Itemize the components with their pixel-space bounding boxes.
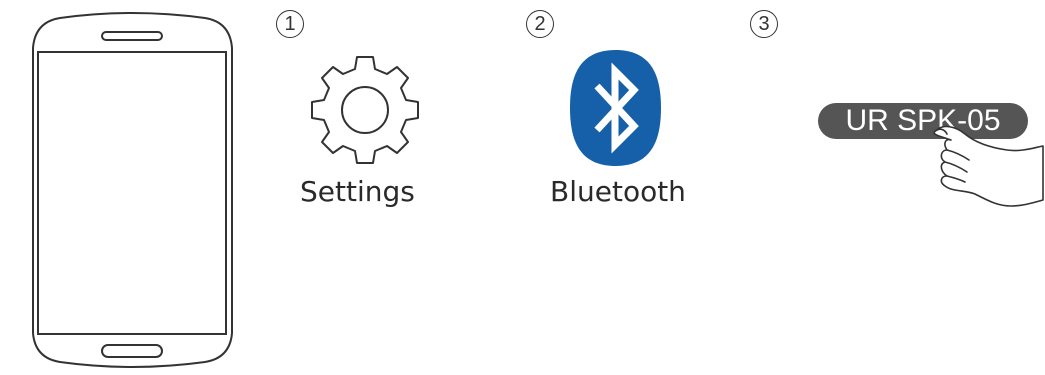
- step-number-1: 1: [276, 10, 304, 38]
- smartphone-icon: [32, 12, 233, 368]
- hand-tap-icon: [933, 125, 1044, 207]
- step-number-2: 2: [526, 10, 554, 38]
- bluetooth-icon: [570, 50, 661, 166]
- gear-icon: [311, 56, 419, 164]
- settings-label: Settings: [300, 175, 415, 208]
- bluetooth-label: Bluetooth: [550, 175, 686, 208]
- step-number-3: 3: [750, 10, 778, 38]
